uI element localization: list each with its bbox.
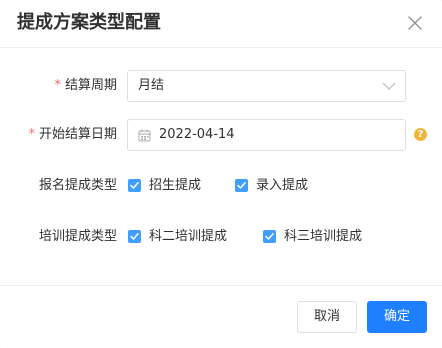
close-icon <box>408 16 422 30</box>
check-icon <box>130 182 139 189</box>
settlement-period-label-text: 结算周期 <box>64 78 117 93</box>
footer-divider <box>0 285 442 286</box>
chevron-down-icon <box>382 82 396 90</box>
close-button[interactable] <box>405 13 425 33</box>
checkbox-label: 科二培训提成 <box>149 229 228 244</box>
settlement-period-select[interactable]: 月结 <box>127 70 406 102</box>
required-mark: * <box>54 78 61 93</box>
checkbox-label: 招生提成 <box>149 178 202 193</box>
calendar-icon <box>138 129 151 142</box>
start-date-picker[interactable]: 2022-04-14 <box>127 119 406 151</box>
checkbox-box <box>263 230 276 243</box>
dialog-title: 提成方案类型配置 <box>17 12 161 33</box>
check-icon <box>265 233 274 240</box>
checkbox-label: 录入提成 <box>256 178 309 193</box>
confirm-button[interactable]: 确定 <box>367 301 427 333</box>
checkbox-box <box>128 179 141 192</box>
start-date-label-text: 开始结算日期 <box>38 127 117 142</box>
question-circle-icon[interactable]: ? <box>414 128 427 141</box>
start-date-label: * 开始结算日期 <box>28 126 117 144</box>
cancel-button[interactable]: 取消 <box>297 301 357 333</box>
checkbox-label: 科三培训提成 <box>284 229 363 244</box>
checkbox-box <box>128 230 141 243</box>
check-icon <box>130 233 139 240</box>
start-date-value: 2022-04-14 <box>159 127 235 142</box>
dialog-header: 提成方案类型配置 <box>0 0 442 48</box>
signup-commission-label: 报名提成类型 <box>38 178 117 193</box>
check-icon <box>237 182 246 189</box>
training-commission-label: 培训提成类型 <box>38 229 117 244</box>
settlement-period-value: 月结 <box>138 78 165 93</box>
checkbox-box <box>235 179 248 192</box>
required-mark: * <box>28 127 35 142</box>
settlement-period-label: * 结算周期 <box>54 77 117 95</box>
commission-type-config-dialog: 提成方案类型配置 * 结算周期 月结 * 开始结算日期 2022-04-14 ?… <box>0 0 442 348</box>
